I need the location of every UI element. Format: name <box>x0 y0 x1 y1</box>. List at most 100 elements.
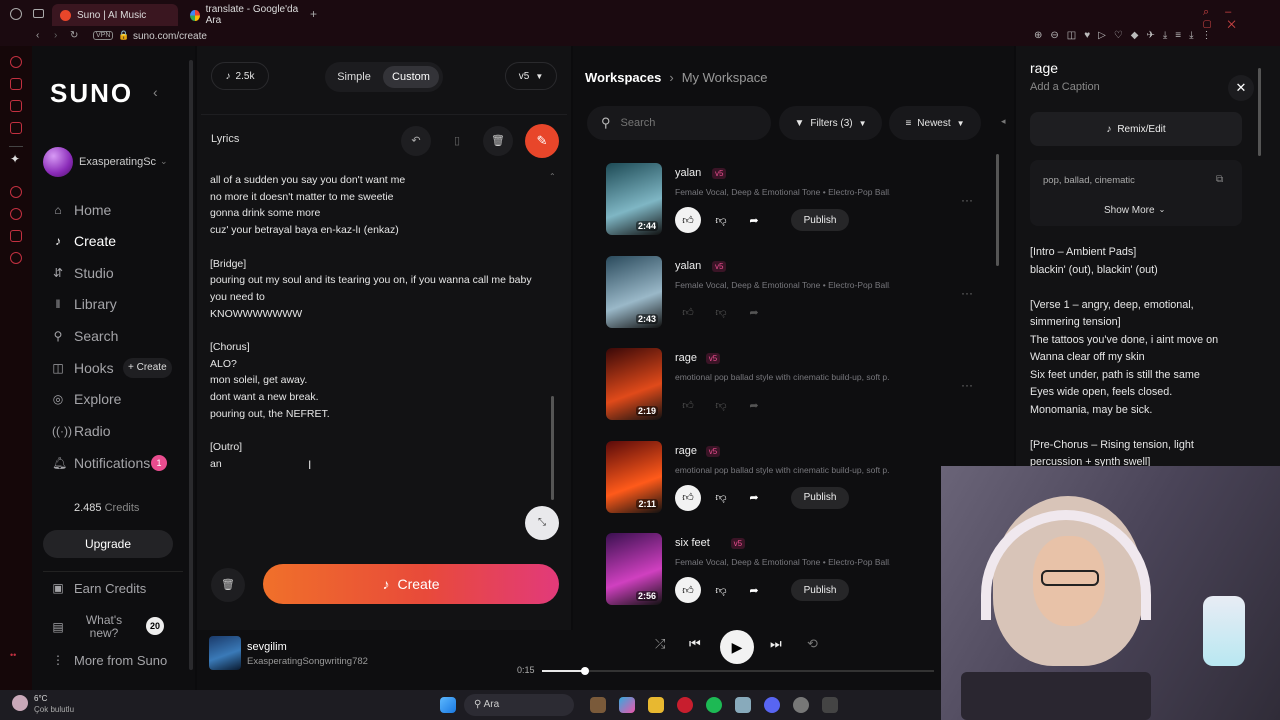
dislike-button[interactable]: 👎︎ <box>708 577 734 603</box>
history-icon[interactable] <box>10 208 22 220</box>
chevron-down-icon[interactable]: ⌄ <box>160 156 168 167</box>
weather-icon[interactable] <box>12 695 28 711</box>
like-button[interactable]: 👍︎ <box>675 577 701 603</box>
explorer-icon[interactable] <box>648 697 664 713</box>
sidebar-item-library[interactable]: ‖ Library <box>52 292 117 316</box>
now-playing-artist[interactable]: ExasperatingSongwriting782 <box>247 656 368 667</box>
song-row[interactable]: 2:44 yalan v5 Female Vocal, Deep & Emotiona… <box>606 163 986 243</box>
player-icon[interactable] <box>10 186 22 198</box>
dislike-button[interactable]: 👎︎ <box>708 392 734 418</box>
weather-temp[interactable]: 6°C <box>34 694 47 703</box>
song-artwork[interactable]: 2:56 <box>606 533 662 605</box>
song-row[interactable]: 2:56 six feet v5 Female Vocal, Deep & Emoti… <box>606 533 986 613</box>
song-artwork[interactable]: 2:19 <box>606 348 662 420</box>
more-from-suno-link[interactable]: ⋮ More from Suno <box>52 648 167 672</box>
breadcrumb-my-workspace[interactable]: My Workspace <box>682 70 768 85</box>
shuffle-button[interactable]: ⤮ <box>655 636 665 652</box>
credits-pill[interactable]: ♪ 2.5k <box>211 62 269 90</box>
sidebar-scrollbar[interactable] <box>189 60 193 670</box>
spotify-icon[interactable] <box>706 697 722 713</box>
song-row[interactable]: 2:19 rage v5 emotional pop ballad style wit… <box>606 348 986 428</box>
previous-button[interactable]: ⏮︎ <box>689 636 701 652</box>
copy-icon[interactable]: ⧉ <box>1216 174 1223 185</box>
mode-custom-button[interactable]: Custom <box>383 66 439 88</box>
song-title[interactable]: yalan <box>675 260 701 272</box>
new-tab-icon[interactable]: + <box>310 7 317 21</box>
whats-new-link[interactable]: ▤ What's new? <box>52 614 134 640</box>
settings-icon[interactable] <box>793 697 809 713</box>
like-button[interactable]: 👍︎ <box>675 484 701 511</box>
crypto-wallet-icon[interactable] <box>10 78 22 90</box>
url-text[interactable]: suno.com/create <box>133 31 207 42</box>
sidebar-item-search[interactable]: ⚲ Search <box>52 324 119 348</box>
clear-all-button[interactable]: 🗑︎ <box>211 568 245 602</box>
sidebar-item-radio[interactable]: ((·)) Radio <box>52 419 111 443</box>
obs-icon[interactable] <box>822 697 838 713</box>
more-options-icon[interactable]: ··· <box>961 193 973 207</box>
sidebar-item-hooks[interactable]: ◫ Hooks <box>52 356 113 380</box>
share-button[interactable]: ➦ <box>741 207 767 233</box>
mode-simple-button[interactable]: Simple <box>330 67 378 87</box>
song-title[interactable]: rage <box>675 445 697 457</box>
sort-button[interactable]: ≡ Newest ▼ <box>889 106 981 140</box>
remix-edit-button[interactable]: ♪ Remix/Edit <box>1030 112 1242 146</box>
show-more-button[interactable]: Show More ⌄ <box>1104 205 1165 216</box>
ai-icon[interactable]: ✦ <box>10 152 20 166</box>
upgrade-button[interactable]: Upgrade <box>43 530 173 558</box>
hooks-create-button[interactable]: + Create <box>123 358 172 378</box>
tabs-icon[interactable] <box>33 9 44 18</box>
lyrics-scrollbar[interactable] <box>551 396 554 500</box>
filters-button[interactable]: ▼ Filters (3) ▼ <box>779 106 882 140</box>
search-box[interactable]: ⚲ <box>587 106 771 140</box>
play-button[interactable]: ▶ <box>720 630 754 664</box>
collapse-editor-button[interactable]: ⤡ <box>525 506 559 540</box>
vpn-badge[interactable]: VPN <box>93 31 114 40</box>
lyrics-scroll-up-icon[interactable]: ⌃ <box>549 172 556 181</box>
song-title[interactable]: six feet <box>675 537 710 549</box>
publish-button[interactable]: Publish <box>791 209 849 231</box>
publish-button[interactable]: Publish <box>791 486 849 509</box>
like-button[interactable]: 👍︎ <box>675 392 701 418</box>
copilot-icon[interactable] <box>619 697 635 713</box>
song-list-scrollbar[interactable] <box>996 154 999 266</box>
dislike-button[interactable]: 👎︎ <box>708 300 734 326</box>
sidebar-item-create[interactable]: ♪ Create <box>52 229 116 253</box>
generate-lyrics-button[interactable]: ✎ <box>525 124 559 158</box>
song-artwork[interactable]: 2:11 <box>606 440 662 513</box>
extension-icons[interactable]: ⊕⊖◫♥▷♡◆✈⤓≡⤓⋮ <box>1034 30 1220 41</box>
back-icon[interactable]: ‹ <box>36 30 39 41</box>
collapse-sidebar-icon[interactable]: ‹ <box>153 84 158 100</box>
close-button[interactable]: ✕ <box>1228 75 1254 101</box>
version-select[interactable]: v5 ▼ <box>505 62 557 90</box>
dislike-button[interactable]: 👎︎ <box>708 485 734 511</box>
song-row[interactable]: 2:11 rage v5 emotional pop ballad style wit… <box>606 440 986 521</box>
song-artwork[interactable]: 2:44 <box>606 163 662 235</box>
forward-icon[interactable]: › <box>54 30 57 41</box>
song-row[interactable]: 2:43 yalan v5 Female Vocal, Deep & Emotiona… <box>606 255 986 336</box>
sidebar-item-home[interactable]: ⌂ Home <box>52 198 111 222</box>
aria-icon[interactable] <box>10 56 22 68</box>
clear-lyrics-button[interactable]: 🗑︎ <box>483 126 513 156</box>
sidebar-item-studio[interactable]: ⇵ Studio <box>52 261 114 285</box>
publish-button[interactable]: Publish <box>791 579 849 601</box>
undo-button[interactable]: ↶ <box>401 126 431 156</box>
breadcrumb-workspaces[interactable]: Workspaces <box>585 70 661 85</box>
earn-credits-link[interactable]: ▣ Earn Credits <box>52 576 146 600</box>
avatar[interactable] <box>43 147 73 177</box>
messenger-icon[interactable] <box>10 100 22 112</box>
caption-input[interactable]: Add a Caption <box>1030 81 1100 93</box>
bookmark-button[interactable]: ▯ <box>442 126 472 156</box>
more-icon[interactable]: •• <box>10 650 16 660</box>
sidebar-item-notifications[interactable]: 🔔︎ Notifications <box>52 451 150 475</box>
discord-icon[interactable] <box>764 697 780 713</box>
next-button[interactable]: ⏭︎ <box>770 636 782 652</box>
now-playing-artwork[interactable] <box>209 636 241 670</box>
tab-google[interactable]: translate - Google'da Ara <box>182 4 310 26</box>
share-button[interactable]: ➦ <box>741 300 767 326</box>
settings-icon[interactable] <box>10 252 22 264</box>
extensions-icon[interactable] <box>10 230 22 242</box>
taskbar-search[interactable]: ⚲ Ara <box>464 694 574 716</box>
share-button[interactable]: ➦ <box>741 485 767 511</box>
windows-start-icon[interactable] <box>440 697 456 713</box>
like-button[interactable]: 👍︎ <box>675 300 701 326</box>
